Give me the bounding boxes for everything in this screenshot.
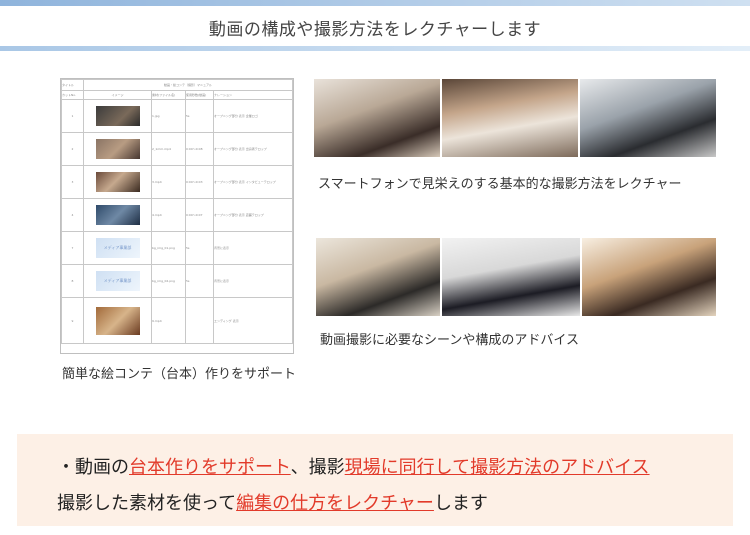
scene-photo [442,238,580,316]
summary-line-1: ・動画の台本作りをサポート、撮影現場に同行して撮影方法のアドバイス [57,453,650,479]
summary-text: ・動画の [57,457,129,478]
summary-text: 、撮影 [290,457,345,478]
file-name: 1.jpg [151,99,186,133]
storyboard-caption: 簡単な絵コンテ（台本）作りをサポート [62,367,297,382]
filming-photo [580,79,716,157]
storyboard-image: メディア事業部 [95,238,140,258]
cut-number: 8 [61,264,84,298]
file-name: 9.mp4 [151,297,186,344]
highlight-text: 編集の仕方をレクチャー [236,493,434,514]
cut-number: 4 [61,198,84,232]
note: オープニング部分 表示 出演者テロップ [213,132,293,166]
seconds: 5s [185,231,214,265]
table-row: 8 メディア事業部 bg_img_02.png 5s 背景に表示 [61,264,293,298]
seconds: 0:00～0:03 [185,165,214,199]
col-header: ナレーション [213,90,293,100]
scene-photo-strip [316,238,716,316]
summary-line-2: 撮影した素材を使って編集の仕方をレクチャーします [57,489,488,515]
cut-number: 3 [61,165,84,199]
filming-photo [442,79,578,157]
scene-photo [582,238,716,316]
storyboard-table: タイトル 動画・絵コンテ（撮影）マニュアル カットNo. イメージ 素材(ファイ… [61,79,293,344]
table-row: 3 3.mp4 0:00～0:03 オープニング部分 表示 インタビューテロップ [61,165,293,199]
col-header: 素材(ファイル名) [151,90,186,100]
smartphone-photo-strip [314,79,716,157]
summary-text: します [433,493,488,514]
file-name: 4.mp4 [151,198,186,232]
note: オープニング部分 表示 店舗テロップ [213,198,293,232]
smartphone-caption: スマートフォンで見栄えのする基本的な撮影方法をレクチャー [318,177,682,192]
col-header: カットNo. [61,90,84,100]
table-row: 7 メディア事業部 bg_img_01.png 5s 背景に表示 [61,231,293,265]
note: オープニング部分 表示 インタビューテロップ [213,165,293,199]
seconds: 5s [185,264,214,298]
note: オープニング部分 表示 企業ロゴ [213,99,293,133]
file-name: 2_1mm.mp4 [151,132,186,166]
storyboard-image: メディア事業部 [95,271,140,291]
seconds: 5s [185,99,214,133]
note: エンディング 表示 [213,297,293,344]
summary-text: 撮影した素材を使って [57,493,237,514]
file-name: bg_img_01.png [151,231,186,265]
col-header: 使用秒数(動画) [185,90,214,100]
note: 背景に表示 [213,231,293,265]
scene-photo [316,238,440,316]
summary-box: ・動画の台本作りをサポート、撮影現場に同行して撮影方法のアドバイス 撮影した素材… [17,434,733,526]
cut-number: 2 [61,132,84,166]
page-title: 動画の構成や撮影方法をレクチャーします [208,20,542,40]
table-row: 4 4.mp4 0:00～0:07 オープニング部分 表示 店舗テロップ [61,198,293,232]
file-name: 3.mp4 [151,165,186,199]
filming-photo [314,79,440,157]
file-name: bg_img_02.png [151,264,186,298]
storyboard-image [95,205,140,225]
table-row: 1 1.jpg 5s オープニング部分 表示 企業ロゴ [61,99,293,133]
storyboard-image [95,139,140,159]
storyboard-image [95,306,140,335]
note: 背景に表示 [213,264,293,298]
highlight-text: 台本作りをサポート [129,457,291,478]
table-row: 9 9.mp4 エンディング 表示 [61,297,293,344]
highlight-text: 現場に同行して撮影方法のアドバイス [344,457,650,478]
storyboard-label: タイトル [61,79,84,91]
storyboard-image [95,106,140,126]
cut-number: 1 [61,99,84,133]
col-header: イメージ [83,90,152,100]
storyboard-image [95,172,140,192]
seconds [185,297,214,344]
storyboard-document: タイトル 動画・絵コンテ（撮影）マニュアル カットNo. イメージ 素材(ファイ… [60,78,294,354]
cut-number: 7 [61,231,84,265]
header-divider [0,46,750,51]
seconds: 0:00～0:08 [185,132,214,166]
scenes-caption: 動画撮影に必要なシーンや構成のアドバイス [320,333,579,348]
cut-number: 9 [61,297,84,344]
table-row: 2 2_1mm.mp4 0:00～0:08 オープニング部分 表示 出演者テロッ… [61,132,293,166]
seconds: 0:00～0:07 [185,198,214,232]
storyboard-title: 動画・絵コンテ（撮影）マニュアル [83,79,293,91]
header: 動画の構成や撮影方法をレクチャーします [0,6,750,46]
